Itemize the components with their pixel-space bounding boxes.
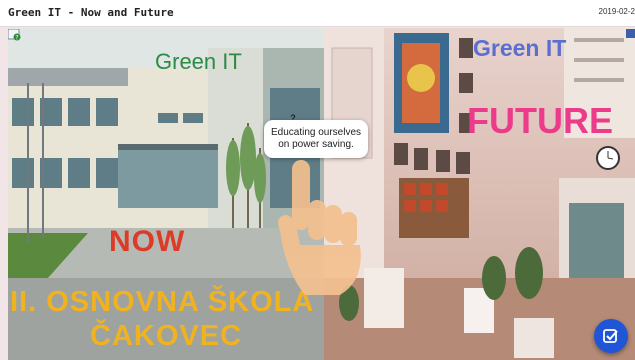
window-header: Green IT - Now and Future 2019-02-2 (0, 0, 635, 27)
future-caption-display: FUTURE (467, 100, 613, 141)
expand-icon[interactable] (626, 29, 635, 38)
pointing-hand-icon (277, 160, 361, 295)
school-name-line2: ČAKOVEC (90, 320, 243, 352)
checklist-icon (603, 329, 618, 343)
help-icon[interactable]: ? (7, 28, 21, 42)
future-heading-display: Green IT (473, 35, 567, 61)
date-label: 2019-02-2 (598, 7, 635, 16)
svg-text:?: ? (15, 35, 18, 42)
now-caption: NOW (109, 225, 186, 258)
school-name-line1: II. OSNOVNA ŠKOLA (10, 286, 315, 318)
checklist-fab-button[interactable] (594, 319, 628, 353)
now-heading: Green IT (155, 49, 242, 74)
page-title: Green IT - Now and Future (8, 6, 174, 19)
tooltip-line1: Educating ourselves (270, 127, 362, 138)
